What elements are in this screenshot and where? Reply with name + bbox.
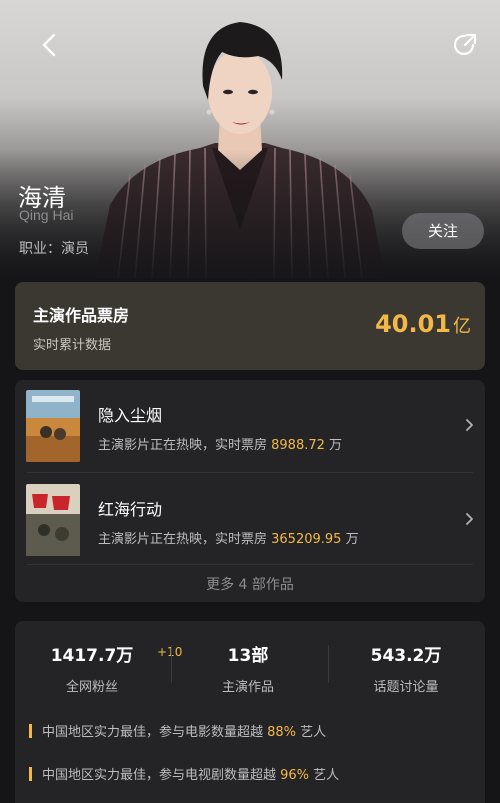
achievement-fact: 中国地区实力最佳，参与电影数量超越 88% 艺人 xyxy=(29,721,326,740)
work-title: 红海行动 xyxy=(98,500,163,519)
work-box-office-unit: 万 xyxy=(329,438,343,453)
actor-occupation: 职业：演员 xyxy=(19,241,89,257)
fact-suffix: 艺人 xyxy=(296,725,327,740)
fans-increase-badge: +10 xyxy=(157,645,183,659)
work-item[interactable]: 隐入尘烟 主演影片正在热映，实时票房 8988.72 万 xyxy=(15,380,485,468)
fact-text: 中国地区实力最佳，参与电视剧数量超越 xyxy=(42,768,281,783)
actor-name-english: Qing Hai xyxy=(19,207,74,223)
chevron-right-icon xyxy=(466,513,473,525)
box-office-unit: 亿 xyxy=(453,316,471,337)
divider xyxy=(328,645,329,683)
stat-works: 13部 主演作品 xyxy=(183,641,313,695)
accent-bar xyxy=(29,767,32,781)
stat-value: 543.2万 xyxy=(370,646,442,666)
work-item[interactable]: 红海行动 主演影片正在热映，实时票房 365209.95 万 xyxy=(15,474,485,562)
work-description: 主演影片正在热映，实时票房 365209.95 万 xyxy=(98,528,359,547)
movie-poster xyxy=(26,484,80,556)
divider xyxy=(171,645,172,683)
divider xyxy=(27,564,473,565)
back-arrow-icon xyxy=(42,33,56,57)
back-button[interactable] xyxy=(36,30,66,60)
divider xyxy=(27,472,473,473)
work-description-text: 主演影片正在热映，实时票房 xyxy=(98,532,272,547)
movie-poster xyxy=(26,390,80,462)
box-office-subtitle: 实时累计数据 xyxy=(33,338,112,353)
stat-value: 13部 xyxy=(227,646,269,666)
follow-button[interactable]: 关注 xyxy=(402,213,484,249)
fact-percent: 88% xyxy=(267,725,297,740)
fact-percent: 96% xyxy=(280,768,310,783)
work-box-office: 8988.72 xyxy=(271,438,325,453)
share-button[interactable] xyxy=(450,30,480,60)
profile-header: 海清 Qing Hai 职业：演员 关注 xyxy=(0,0,500,278)
work-description: 主演影片正在热映，实时票房 8988.72 万 xyxy=(98,434,342,453)
accent-bar xyxy=(29,724,32,738)
stat-value: 1417.7万 xyxy=(50,646,134,666)
work-description-text: 主演影片正在热映，实时票房 xyxy=(98,438,272,453)
works-card: 隐入尘烟 主演影片正在热映，实时票房 8988.72 万 红海行动 主演影片正在… xyxy=(15,380,485,602)
stat-discussion: 543.2万 话题讨论量 xyxy=(341,641,471,695)
chevron-right-icon xyxy=(466,419,473,431)
box-office-value: 40.01 xyxy=(375,310,451,338)
fact-text: 中国地区实力最佳，参与电影数量超越 xyxy=(42,725,268,740)
box-office-title: 主演作品票房 xyxy=(33,306,130,325)
stats-card: 1417.7万 全网粉丝 +10 13部 主演作品 543.2万 话题讨论量 中… xyxy=(15,621,485,803)
share-icon xyxy=(453,33,477,56)
more-works-link[interactable]: 更多 4 部作品 xyxy=(15,574,485,594)
work-title: 隐入尘烟 xyxy=(98,406,163,425)
stat-label: 全网粉丝 xyxy=(65,680,118,695)
box-office-card: 主演作品票房 实时累计数据 40.01 亿 xyxy=(15,282,485,370)
stat-fans: 1417.7万 全网粉丝 +10 xyxy=(27,641,183,695)
box-office-total: 40.01 亿 xyxy=(375,310,471,338)
work-box-office-unit: 万 xyxy=(345,532,359,547)
stat-label: 主演作品 xyxy=(221,680,274,695)
achievement-fact: 中国地区实力最佳，参与电视剧数量超越 96% 艺人 xyxy=(29,764,339,783)
stat-label: 话题讨论量 xyxy=(373,680,439,695)
work-box-office: 365209.95 xyxy=(271,532,342,547)
fact-suffix: 艺人 xyxy=(309,768,340,783)
